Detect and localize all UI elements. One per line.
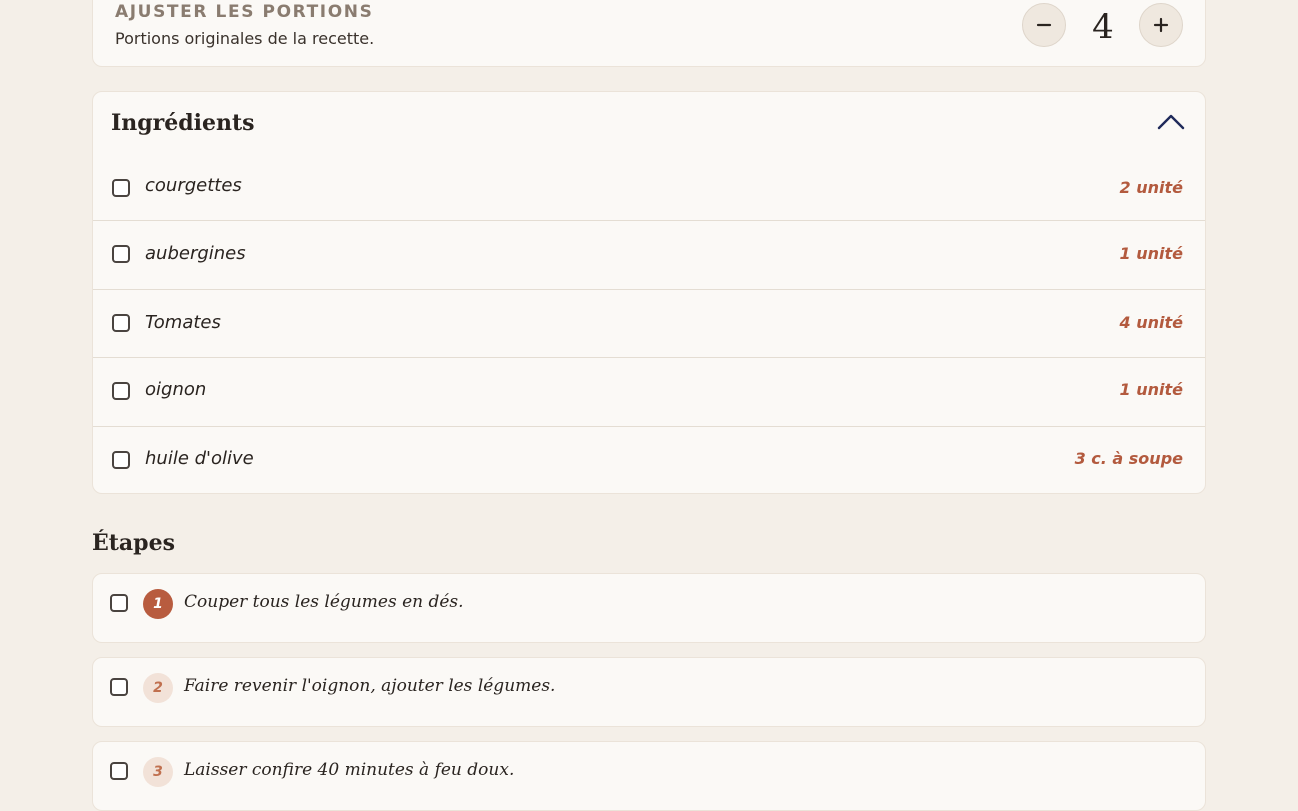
ingredient-row[interactable]: oignon 1 unité xyxy=(93,357,1205,425)
ingredient-quantity: 1 unité xyxy=(1119,380,1183,399)
ingredient-checkbox[interactable] xyxy=(112,179,130,197)
increase-portions-button[interactable] xyxy=(1139,3,1183,47)
ingredient-row[interactable]: Tomates 4 unité xyxy=(93,289,1205,357)
decrease-portions-button[interactable] xyxy=(1022,3,1066,47)
ingredient-name: Tomates xyxy=(145,312,221,333)
portions-subtitle: Portions originales de la recette. xyxy=(115,29,375,48)
ingredient-quantity: 4 unité xyxy=(1119,313,1183,332)
ingredient-row[interactable]: aubergines 1 unité xyxy=(93,220,1205,288)
ingredient-checkbox[interactable] xyxy=(112,245,130,263)
step-number-badge: 1 xyxy=(143,589,173,619)
step-text: Couper tous les légumes en dés. xyxy=(184,592,464,612)
step-checkbox[interactable] xyxy=(110,762,128,780)
step-number-badge: 2 xyxy=(143,673,173,703)
plus-icon xyxy=(1153,17,1169,33)
step-card[interactable]: 3 Laisser confire 40 minutes à feu doux. xyxy=(92,741,1206,811)
ingredient-quantity: 3 c. à soupe xyxy=(1074,449,1183,468)
ingredient-checkbox[interactable] xyxy=(112,314,130,332)
ingredient-checkbox[interactable] xyxy=(112,382,130,400)
steps-title: Étapes xyxy=(92,530,175,556)
step-card[interactable]: 2 Faire revenir l'oignon, ajouter les lé… xyxy=(92,657,1206,727)
ingredient-name: oignon xyxy=(145,379,207,400)
step-number-badge: 3 xyxy=(143,757,173,787)
ingredient-quantity: 1 unité xyxy=(1119,244,1183,263)
ingredient-name: huile d'olive xyxy=(145,448,254,469)
portions-title: AJUSTER LES PORTIONS xyxy=(115,2,374,22)
ingredients-header[interactable]: Ingrédients xyxy=(93,92,1205,154)
ingredients-title: Ingrédients xyxy=(111,110,255,136)
minus-icon xyxy=(1036,23,1052,27)
ingredient-row[interactable]: courgettes 2 unité xyxy=(93,154,1205,222)
ingredient-checkbox[interactable] xyxy=(112,451,130,469)
portions-count: 4 xyxy=(1092,7,1114,47)
chevron-up-icon[interactable] xyxy=(1157,112,1185,130)
step-checkbox[interactable] xyxy=(110,594,128,612)
step-text: Laisser confire 40 minutes à feu doux. xyxy=(184,760,515,780)
step-text: Faire revenir l'oignon, ajouter les légu… xyxy=(184,676,556,696)
ingredients-card: Ingrédients courgettes 2 unité aubergine… xyxy=(92,91,1206,494)
ingredient-name: aubergines xyxy=(145,243,246,264)
step-card[interactable]: 1 Couper tous les légumes en dés. xyxy=(92,573,1206,643)
step-checkbox[interactable] xyxy=(110,678,128,696)
ingredient-name: courgettes xyxy=(145,175,242,196)
ingredient-row[interactable]: huile d'olive 3 c. à soupe xyxy=(93,426,1205,493)
ingredient-quantity: 2 unité xyxy=(1119,178,1183,197)
portions-card: AJUSTER LES PORTIONS Portions originales… xyxy=(92,0,1206,67)
